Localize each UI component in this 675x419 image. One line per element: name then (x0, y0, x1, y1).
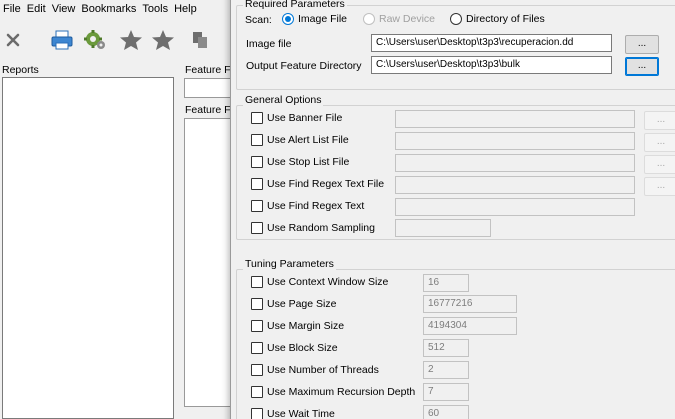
use-random-sampling-checkbox[interactable]: Use Random Sampling (251, 222, 375, 234)
menu-help[interactable]: Help (171, 3, 200, 15)
output-feature-directory-label: Output Feature Directory (246, 60, 362, 72)
use-random-sampling-box[interactable] (251, 222, 263, 234)
context-window-size-field[interactable]: 16 (423, 274, 469, 292)
menu-tools[interactable]: Tools (139, 3, 171, 15)
use-stop-list-file-label: Use Stop List File (267, 156, 350, 168)
feature-label-2: Feature F (185, 104, 230, 116)
radio-image-file[interactable]: Image File (282, 13, 347, 25)
banner-file-field[interactable] (395, 110, 635, 128)
use-margin-size-checkbox[interactable]: Use Margin Size (251, 320, 344, 332)
use-alert-list-file-box[interactable] (251, 134, 263, 146)
image-file-browse-button[interactable]: ... (625, 35, 659, 54)
toolbar (0, 22, 240, 58)
stop-list-file-browse-button[interactable]: ... (644, 155, 675, 174)
use-context-window-size-box[interactable] (251, 276, 263, 288)
use-margin-size-label: Use Margin Size (267, 320, 345, 332)
use-maximum-recursion-depth-checkbox[interactable]: Use Maximum Recursion Depth (251, 386, 415, 398)
use-page-size-box[interactable] (251, 298, 263, 310)
reports-label: Reports (2, 64, 39, 76)
menu-view[interactable]: View (49, 3, 79, 15)
bookmark-star-add-icon[interactable] (150, 28, 176, 52)
use-stop-list-file-box[interactable] (251, 156, 263, 168)
use-random-sampling-label: Use Random Sampling (267, 222, 375, 234)
settings-gear-icon[interactable] (82, 28, 108, 52)
use-maximum-recursion-depth-label: Use Maximum Recursion Depth (267, 386, 416, 398)
print-icon[interactable] (50, 28, 74, 52)
use-margin-size-box[interactable] (251, 320, 263, 332)
use-wait-time-box[interactable] (251, 408, 263, 419)
margin-size-field[interactable]: 4194304 (423, 317, 517, 335)
radio-directory-label: Directory of Files (466, 13, 545, 25)
scan-label: Scan: (245, 14, 272, 26)
use-banner-file-label: Use Banner File (267, 112, 343, 124)
image-file-field[interactable]: C:\Users\user\Desktop\t3p3\recuperacion.… (371, 34, 612, 52)
find-regex-text-field[interactable] (395, 198, 635, 216)
banner-file-browse-button[interactable]: ... (644, 111, 675, 130)
menu-bookmarks[interactable]: Bookmarks (78, 3, 139, 15)
radio-image-file-dot[interactable] (282, 13, 294, 25)
stop-list-file-field[interactable] (395, 154, 635, 172)
radio-raw-device-label: Raw Device (379, 13, 436, 25)
use-block-size-checkbox[interactable]: Use Block Size (251, 342, 338, 354)
radio-directory-of-files[interactable]: Directory of Files (450, 13, 545, 25)
use-find-regex-text-file-label: Use Find Regex Text File (267, 178, 385, 190)
use-number-of-threads-label: Use Number of Threads (267, 364, 379, 376)
find-regex-text-file-field[interactable] (395, 176, 635, 194)
use-banner-file-box[interactable] (251, 112, 263, 124)
random-sampling-field[interactable] (395, 219, 491, 237)
feature-label-1: Feature F (185, 64, 230, 76)
tuning-parameters-title: Tuning Parameters (243, 258, 336, 270)
use-block-size-box[interactable] (251, 342, 263, 354)
block-size-field[interactable]: 512 (423, 339, 469, 357)
use-find-regex-text-label: Use Find Regex Text (267, 200, 365, 212)
use-number-of-threads-box[interactable] (251, 364, 263, 376)
image-file-label: Image file (246, 38, 292, 50)
use-maximum-recursion-depth-box[interactable] (251, 386, 263, 398)
output-directory-browse-button[interactable]: ... (625, 57, 659, 76)
use-stop-list-file-checkbox[interactable]: Use Stop List File (251, 156, 349, 168)
use-find-regex-text-checkbox[interactable]: Use Find Regex Text (251, 200, 364, 212)
use-wait-time-label: Use Wait Time (267, 408, 335, 419)
scan-dialog: Required Parameters Scan: Image File Raw… (230, 0, 675, 419)
general-options-title: General Options (243, 94, 324, 106)
radio-raw-device[interactable]: Raw Device (363, 13, 435, 25)
menu-bar: File Edit View Bookmarks Tools Help (0, 0, 240, 17)
maximum-recursion-depth-field[interactable]: 7 (423, 383, 469, 401)
alert-list-file-browse-button[interactable]: ... (644, 133, 675, 152)
bookmark-star-icon[interactable] (118, 28, 144, 52)
use-page-size-checkbox[interactable]: Use Page Size (251, 298, 336, 310)
alert-list-file-field[interactable] (395, 132, 635, 150)
copy-icon[interactable] (190, 28, 210, 52)
find-regex-text-file-browse-button[interactable]: ... (644, 177, 675, 196)
use-alert-list-file-checkbox[interactable]: Use Alert List File (251, 134, 349, 146)
use-find-regex-text-box[interactable] (251, 200, 263, 212)
radio-raw-device-dot[interactable] (363, 13, 375, 25)
radio-image-file-label: Image File (298, 13, 348, 25)
menu-edit[interactable]: Edit (24, 3, 49, 15)
number-of-threads-field[interactable]: 2 (423, 361, 469, 379)
use-find-regex-text-file-box[interactable] (251, 178, 263, 190)
use-alert-list-file-label: Use Alert List File (267, 134, 349, 146)
output-directory-field[interactable]: C:\Users\user\Desktop\t3p3\bulk (371, 56, 612, 74)
use-context-window-size-checkbox[interactable]: Use Context Window Size (251, 276, 388, 288)
page-size-field[interactable]: 16777216 (423, 295, 517, 313)
menu-file[interactable]: File (0, 3, 24, 15)
use-find-regex-text-file-checkbox[interactable]: Use Find Regex Text File (251, 178, 384, 190)
use-page-size-label: Use Page Size (267, 298, 337, 310)
radio-directory-dot[interactable] (450, 13, 462, 25)
wait-time-field[interactable]: 60 (423, 405, 469, 419)
use-wait-time-checkbox[interactable]: Use Wait Time (251, 408, 335, 419)
reports-list[interactable] (2, 77, 174, 419)
required-parameters-title: Required Parameters (243, 0, 347, 10)
close-icon[interactable] (4, 28, 22, 52)
use-banner-file-checkbox[interactable]: Use Banner File (251, 112, 342, 124)
use-block-size-label: Use Block Size (267, 342, 338, 354)
use-number-of-threads-checkbox[interactable]: Use Number of Threads (251, 364, 379, 376)
use-context-window-size-label: Use Context Window Size (267, 276, 389, 288)
